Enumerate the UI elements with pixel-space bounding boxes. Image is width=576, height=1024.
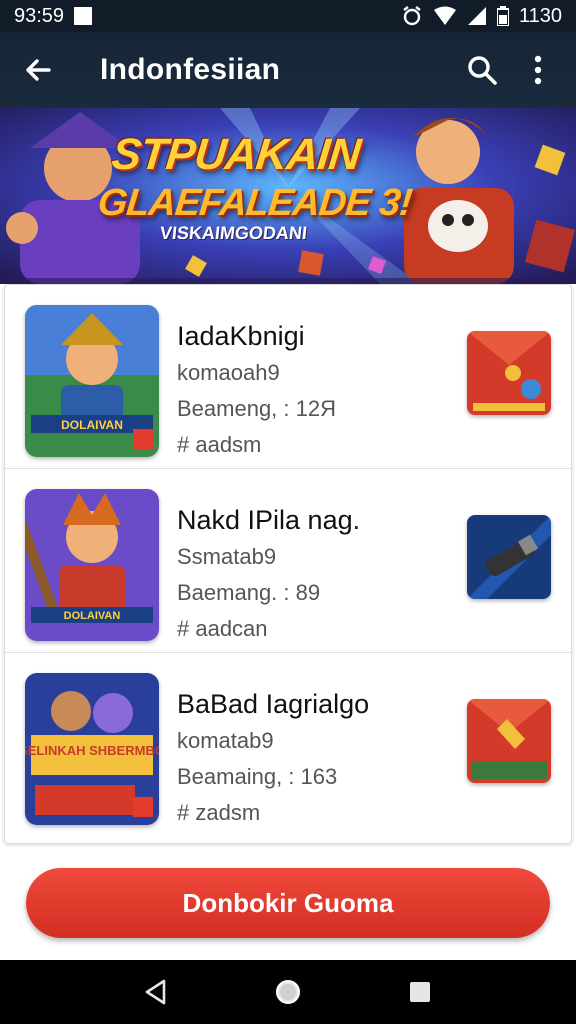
alarm-icon [401,5,423,27]
nav-back-icon [145,979,166,1005]
thumb-label: DOLAIVAN [61,418,123,432]
hero-title: STPUAKAIN [109,130,363,179]
more-options-button[interactable] [514,46,562,94]
nav-back-button[interactable] [136,972,176,1012]
red-box-icon[interactable] [467,699,551,783]
more-vert-icon [534,55,542,85]
game-thumbnail: DOLAIVAN [25,305,159,457]
item-tag: # aadcan [177,616,268,641]
thumb-label: SELINKAH SHBERMBO [25,743,159,758]
nav-recents-icon [410,982,430,1002]
top-app-bar: Indonfesiian [0,32,576,108]
game-thumbnail: DOLAIVAN [25,489,159,641]
item-title: BaBad Iagrialgo [177,689,370,719]
system-nav-bar [0,960,576,1024]
red-box-icon[interactable] [467,331,551,415]
item-developer: komatab9 [177,728,274,753]
arrow-left-icon [26,59,51,81]
item-title: Nakd IPila nag. [177,505,361,535]
blue-tool-icon[interactable] [467,515,551,599]
nav-home-icon [276,980,300,1004]
item-developer: komaoah9 [177,360,280,385]
signal-icon [467,6,487,26]
item-text: IadaKbnigi komaoah9 Beameng, : 12Я # aad… [177,321,447,468]
notification-icon [74,7,93,25]
item-text: Nakd IPila nag. Ssmatab9 Baemang. : 89 #… [177,505,447,652]
status-right: 1130 [401,5,562,28]
page-title: Indonfesiian [100,53,281,86]
app-screen: 93:59 1130 Indonfesiian STPUAKAIN GLAEFA… [0,0,576,1024]
battery-icon [496,6,509,26]
list-item[interactable]: SELINKAH SHBERMBO BaBad Iagrialgo komata… [5,653,571,837]
nav-home-button[interactable] [268,972,308,1012]
cta-area: Donbokir Guoma [0,848,576,960]
search-icon [468,56,497,85]
status-left: 93:59 [14,4,93,28]
thumb-label: DOLAIVAN [64,610,121,622]
list-item[interactable]: DOLAIVAN Nakd IPila nag. Ssmatab9 Baeman… [5,469,571,653]
status-time-right: 1130 [518,4,562,27]
item-tag: # aadsm [177,432,262,457]
hero-subtitle: GLAEFALEADE 3! [95,182,414,224]
wifi-icon [433,6,457,26]
back-button[interactable] [14,46,62,94]
item-title: IadaKbnigi [177,321,305,351]
hero-banner[interactable]: STPUAKAIN GLAEFALEADE 3! VISKAIMGODANI [0,108,576,284]
hero-tagline: VISKAIMGODANI [159,223,309,243]
item-developer: Ssmatab9 [177,544,277,569]
download-button[interactable]: Donbokir Guoma [26,868,550,938]
nav-recents-button[interactable] [400,972,440,1012]
list-item[interactable]: DOLAIVAN IadaKbnigi komaoah9 Beameng, : … [5,285,571,469]
status-bar: 93:59 1130 [0,0,576,32]
item-tag: # zadsm [177,800,261,825]
item-rating: Beamaing, : 163 [177,764,338,789]
game-thumbnail: SELINKAH SHBERMBO [25,673,159,825]
item-rating: Baemang. : 89 [177,580,321,605]
search-button[interactable] [458,46,506,94]
status-time-left: 93:59 [14,4,65,27]
item-rating: Beameng, : 12Я [177,396,336,421]
item-text: BaBad Iagrialgo komatab9 Beamaing, : 163… [177,689,447,836]
game-list: DOLAIVAN IadaKbnigi komaoah9 Beameng, : … [4,284,572,844]
top-actions [458,46,562,94]
